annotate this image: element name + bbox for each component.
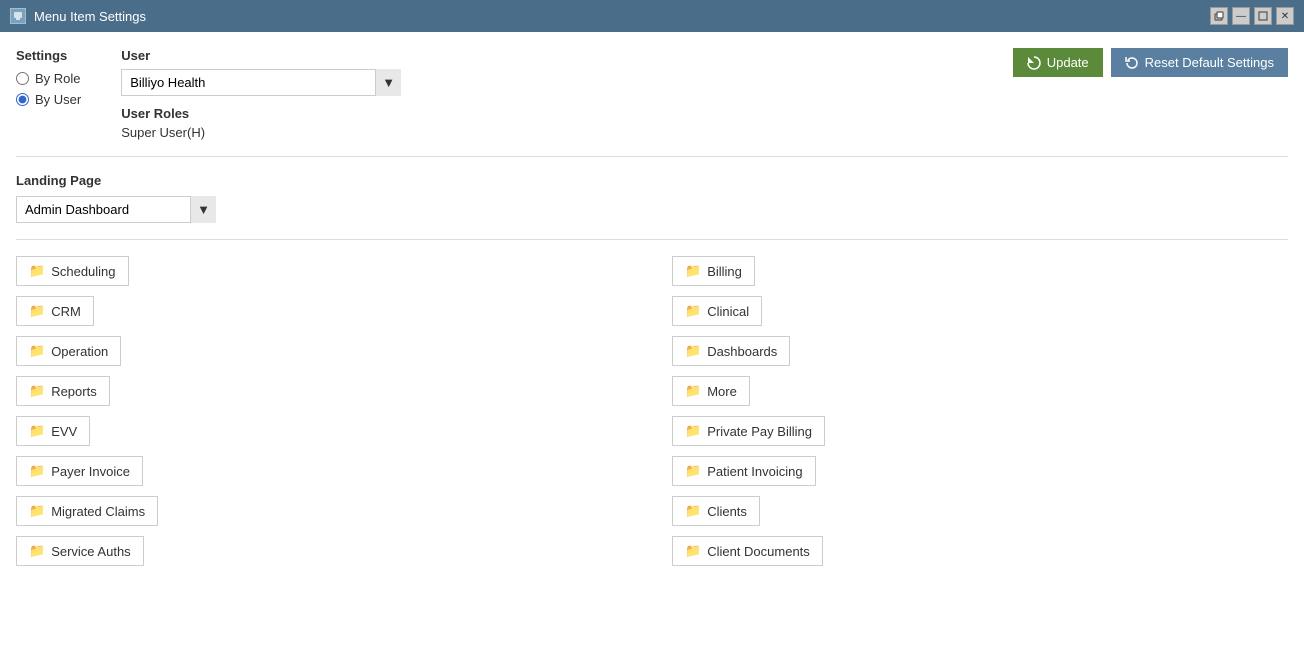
settings-label: Settings	[16, 48, 81, 63]
by-role-input[interactable]	[16, 72, 29, 85]
menu-items-grid: 📁 Scheduling 📁 Billing 📁 CRM 📁 Clinical 📁 Operati…	[16, 256, 1288, 566]
user-roles-label: User Roles	[121, 106, 401, 121]
menu-item-clinical[interactable]: 📁 Clinical	[672, 296, 762, 326]
folder-icon: 📁	[29, 423, 45, 439]
minimize-button[interactable]: —	[1232, 7, 1250, 25]
user-label: User	[121, 48, 401, 63]
window-title: Menu Item Settings	[34, 9, 146, 24]
menu-item-label: CRM	[51, 304, 81, 319]
maximize-button[interactable]	[1254, 7, 1272, 25]
folder-icon: 📁	[29, 303, 45, 319]
folder-icon: 📁	[685, 303, 701, 319]
top-section: Settings By Role By User User	[16, 48, 1288, 140]
menu-item-dashboards[interactable]: 📁 Dashboards	[672, 336, 790, 366]
by-user-input[interactable]	[16, 93, 29, 106]
menu-item-clients[interactable]: 📁 Clients	[672, 496, 760, 526]
reset-icon	[1125, 56, 1139, 70]
folder-icon: 📁	[685, 343, 701, 359]
title-bar-left: Menu Item Settings	[10, 8, 146, 24]
landing-page-label: Landing Page	[16, 173, 1288, 188]
folder-icon: 📁	[29, 543, 45, 559]
menu-item-label: Clinical	[707, 304, 749, 319]
folder-icon: 📁	[685, 463, 701, 479]
reset-button[interactable]: Reset Default Settings	[1111, 48, 1288, 77]
folder-icon: 📁	[29, 463, 45, 479]
menu-item-patient-invoicing[interactable]: 📁 Patient Invoicing	[672, 456, 816, 486]
close-button[interactable]: ✕	[1276, 7, 1294, 25]
reset-label: Reset Default Settings	[1145, 55, 1274, 70]
user-select-wrapper: Billiyo Health ▼	[121, 69, 401, 96]
menu-item-migrated-claims[interactable]: 📁 Migrated Claims	[16, 496, 158, 526]
menu-item-payer-invoice[interactable]: 📁 Payer Invoice	[16, 456, 143, 486]
user-select[interactable]: Billiyo Health	[121, 69, 401, 96]
folder-icon: 📁	[29, 503, 45, 519]
menu-item-label: Service Auths	[51, 544, 131, 559]
menu-item-label: Clients	[707, 504, 747, 519]
by-user-label: By User	[35, 92, 81, 107]
update-button[interactable]: Update	[1013, 48, 1103, 77]
divider-2	[16, 239, 1288, 240]
menu-item-more[interactable]: 📁 More	[672, 376, 750, 406]
menu-item-label: Client Documents	[707, 544, 810, 559]
by-role-label: By Role	[35, 71, 81, 86]
menu-item-label: Billing	[707, 264, 742, 279]
menu-item-label: More	[707, 384, 737, 399]
menu-item-billing[interactable]: 📁 Billing	[672, 256, 755, 286]
menu-item-label: Reports	[51, 384, 97, 399]
restore-button[interactable]	[1210, 7, 1228, 25]
folder-icon: 📁	[685, 263, 701, 279]
user-roles-value: Super User(H)	[121, 125, 401, 140]
divider-1	[16, 156, 1288, 157]
update-icon	[1027, 56, 1041, 70]
action-buttons: Update Reset Default Settings	[1013, 48, 1288, 77]
menu-item-label: Private Pay Billing	[707, 424, 812, 439]
menu-item-label: Patient Invoicing	[707, 464, 802, 479]
menu-item-evv[interactable]: 📁 EVV	[16, 416, 90, 446]
window-controls[interactable]: — ✕	[1210, 7, 1294, 25]
folder-icon: 📁	[685, 423, 701, 439]
menu-item-label: Payer Invoice	[51, 464, 130, 479]
menu-item-crm[interactable]: 📁 CRM	[16, 296, 94, 326]
main-content: Settings By Role By User User	[0, 32, 1304, 670]
menu-item-reports[interactable]: 📁 Reports	[16, 376, 110, 406]
folder-icon: 📁	[685, 503, 701, 519]
menu-item-label: Dashboards	[707, 344, 777, 359]
user-section: User Billiyo Health ▼ User Roles Super U…	[121, 48, 401, 140]
update-label: Update	[1047, 55, 1089, 70]
folder-icon: 📁	[685, 383, 701, 399]
settings-section: Settings By Role By User	[16, 48, 81, 107]
by-role-radio[interactable]: By Role	[16, 71, 81, 86]
menu-item-label: EVV	[51, 424, 77, 439]
menu-item-service-auths[interactable]: 📁 Service Auths	[16, 536, 144, 566]
menu-item-label: Scheduling	[51, 264, 115, 279]
landing-page-select[interactable]: Admin Dashboard	[16, 196, 216, 223]
folder-icon: 📁	[29, 343, 45, 359]
landing-select-wrapper: Admin Dashboard ▼	[16, 196, 216, 223]
title-bar: Menu Item Settings — ✕	[0, 0, 1304, 32]
landing-page-section: Landing Page Admin Dashboard ▼	[16, 173, 1288, 223]
folder-icon: 📁	[685, 543, 701, 559]
settings-user-area: Settings By Role By User User	[16, 48, 401, 140]
menu-item-private-pay-billing[interactable]: 📁 Private Pay Billing	[672, 416, 825, 446]
menu-item-scheduling[interactable]: 📁 Scheduling	[16, 256, 129, 286]
menu-item-operation[interactable]: 📁 Operation	[16, 336, 121, 366]
app-icon	[10, 8, 26, 24]
menu-item-label: Operation	[51, 344, 108, 359]
menu-item-client-documents[interactable]: 📁 Client Documents	[672, 536, 823, 566]
by-user-radio[interactable]: By User	[16, 92, 81, 107]
settings-radio-group: By Role By User	[16, 71, 81, 107]
menu-item-label: Migrated Claims	[51, 504, 145, 519]
folder-icon: 📁	[29, 383, 45, 399]
folder-icon: 📁	[29, 263, 45, 279]
